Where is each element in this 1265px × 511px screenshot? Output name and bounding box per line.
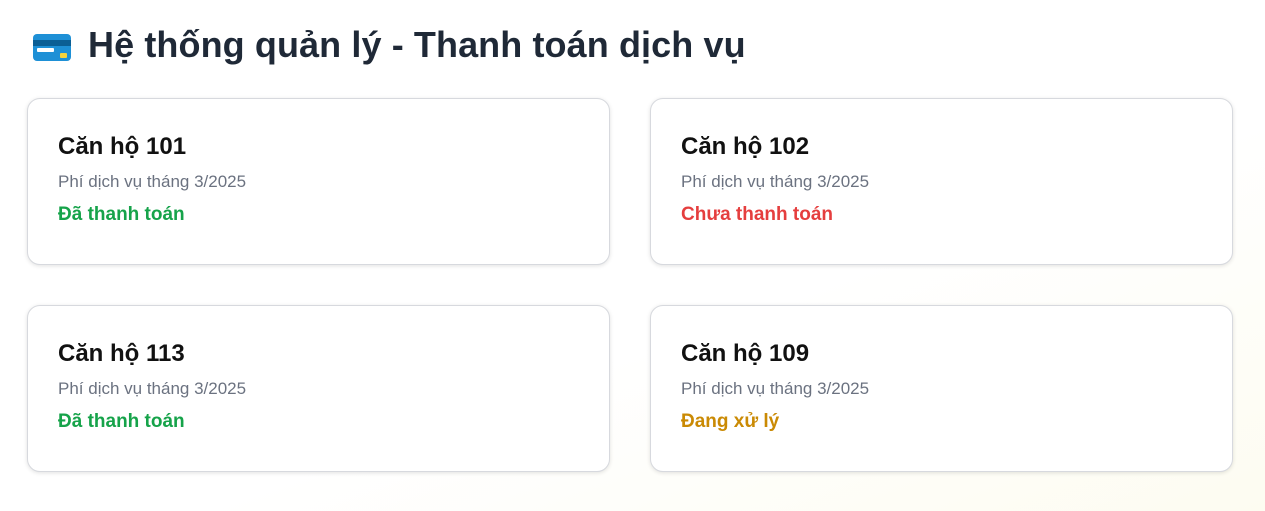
apartment-card[interactable]: Căn hộ 101 Phí dịch vụ tháng 3/2025 Đã t… [27,98,610,265]
payment-status: Đã thanh toán [58,204,185,225]
apartment-card[interactable]: Căn hộ 102 Phí dịch vụ tháng 3/2025 Chưa… [650,98,1233,265]
apartment-card[interactable]: Căn hộ 109 Phí dịch vụ tháng 3/2025 Đang… [650,305,1233,472]
apartment-card-grid: Căn hộ 101 Phí dịch vụ tháng 3/2025 Đã t… [27,98,1233,472]
payment-status: Đang xử lý [681,411,780,432]
fee-description: Phí dịch vụ tháng 3/2025 [681,379,870,398]
payment-status: Đã thanh toán [58,411,185,432]
apartment-card[interactable]: Căn hộ 113 Phí dịch vụ tháng 3/2025 Đã t… [27,305,610,472]
page-header: Hệ thống quản lý - Thanh toán dịch vụ [32,24,746,66]
credit-card-icon [32,33,72,63]
page-title: Hệ thống quản lý - Thanh toán dịch vụ [88,24,746,65]
payment-status: Chưa thanh toán [681,204,834,225]
apartment-name: Căn hộ 113 [58,340,185,367]
apartment-name: Căn hộ 101 [58,133,187,160]
apartment-name: Căn hộ 102 [681,133,810,160]
fee-description: Phí dịch vụ tháng 3/2025 [58,379,247,398]
fee-description: Phí dịch vụ tháng 3/2025 [681,172,870,191]
apartment-name: Căn hộ 109 [681,340,810,367]
fee-description: Phí dịch vụ tháng 3/2025 [58,172,247,191]
